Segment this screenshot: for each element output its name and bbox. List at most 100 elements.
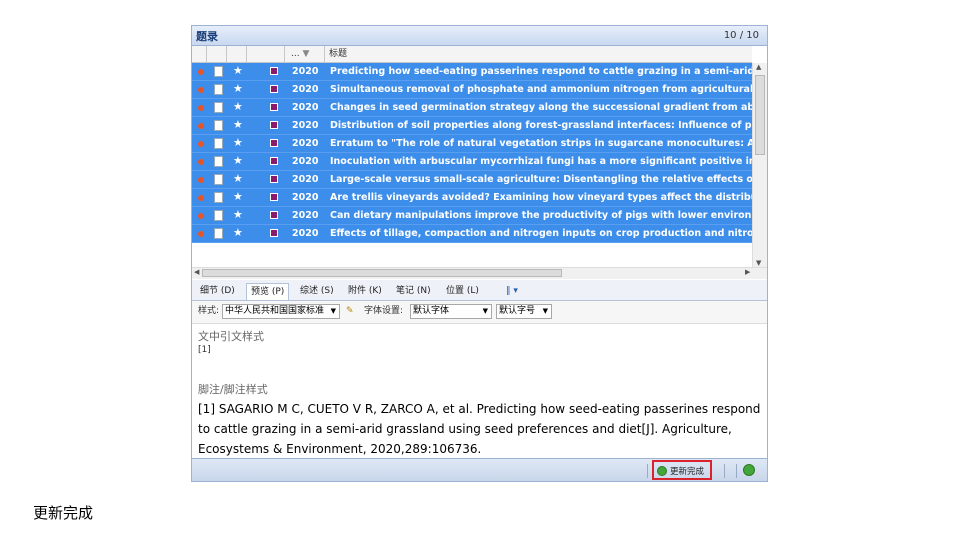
- style-select[interactable]: 中华人民共和国国家标准 ▼: [222, 304, 340, 319]
- marker-icon: [270, 139, 278, 147]
- document-icon[interactable]: [214, 120, 223, 131]
- font-select[interactable]: 默认字体 ▼: [410, 304, 492, 319]
- row-title: Simultaneous removal of phosphate and am…: [330, 84, 752, 95]
- divider: [647, 464, 648, 478]
- row-title: Changes in seed germination strategy alo…: [330, 102, 752, 113]
- size-select[interactable]: 默认字号 ▼: [496, 304, 552, 319]
- scroll-left-icon[interactable]: ◀: [194, 268, 199, 276]
- vertical-scrollbar[interactable]: ▲ ▼: [752, 63, 767, 267]
- star-icon[interactable]: ★: [233, 172, 243, 185]
- col-mark[interactable]: [247, 46, 285, 62]
- star-icon[interactable]: ★: [233, 82, 243, 95]
- star-icon[interactable]: ★: [233, 226, 243, 239]
- tab-preview[interactable]: 预览 (P): [246, 283, 290, 300]
- intext-value: [1]: [198, 345, 211, 355]
- window-titlebar: 题录 10 / 10: [192, 26, 767, 46]
- tab-details[interactable]: 细节 (D): [196, 283, 239, 300]
- table-row[interactable]: ★ 2020 Inoculation with arbuscular mycorrh…: [192, 153, 752, 171]
- star-icon[interactable]: ★: [233, 100, 243, 113]
- status-bar: 更新完成: [192, 458, 767, 481]
- star-icon[interactable]: ★: [233, 190, 243, 203]
- star-icon[interactable]: ★: [233, 154, 243, 167]
- refresh-icon: [657, 466, 667, 476]
- document-icon[interactable]: [214, 138, 223, 149]
- table-row[interactable]: ★ 2020 Simultaneous removal of phosphate a…: [192, 81, 752, 99]
- marker-icon: [270, 121, 278, 129]
- document-icon[interactable]: [214, 156, 223, 167]
- scroll-up-icon[interactable]: ▲: [756, 63, 761, 71]
- references-window: 题录 10 / 10 ... ▼ 标题 ★ 2020 Predicting how …: [191, 25, 768, 482]
- document-icon[interactable]: [214, 228, 223, 239]
- tab-location[interactable]: 位置 (L): [442, 283, 483, 300]
- table-row[interactable]: ★ 2020 Erratum to "The role of natural veg…: [192, 135, 752, 153]
- row-title: Effects of tillage, compaction and nitro…: [330, 228, 752, 239]
- table-header: ... ▼ 标题: [192, 46, 752, 63]
- table-row[interactable]: ★ 2020 Effects of tillage, compaction and …: [192, 225, 752, 243]
- reference-list[interactable]: ★ 2020 Predicting how seed-eating passerin…: [192, 63, 752, 267]
- marker-icon: [270, 85, 278, 93]
- horizontal-scrollbar[interactable]: ◀ ▶: [192, 267, 767, 279]
- table-row[interactable]: ★ 2020 Predicting how seed-eating passerin…: [192, 63, 752, 81]
- col-title[interactable]: 标题: [325, 46, 752, 62]
- detail-tabs: 细节 (D) 预览 (P) 综述 (S) 附件 (K) 笔记 (N) 位置 (L…: [192, 280, 767, 301]
- document-icon[interactable]: [214, 84, 223, 95]
- row-year: 2020: [292, 228, 319, 239]
- style-editor-icon[interactable]: ✎: [346, 304, 354, 319]
- row-title: Inoculation with arbuscular mycorrhizal …: [330, 156, 752, 167]
- document-icon[interactable]: [214, 210, 223, 221]
- row-year: 2020: [292, 210, 319, 221]
- document-icon[interactable]: [214, 102, 223, 113]
- scroll-down-icon[interactable]: ▼: [756, 259, 761, 267]
- row-year: 2020: [292, 102, 319, 113]
- status-dot-icon: [198, 195, 204, 201]
- sort-arrow-icon: ▼: [302, 49, 310, 59]
- col-year[interactable]: ... ▼: [285, 46, 325, 62]
- marker-icon: [270, 67, 278, 75]
- table-row[interactable]: ★ 2020 Distribution of soil properties alo…: [192, 117, 752, 135]
- document-icon[interactable]: [214, 192, 223, 203]
- update-complete-label: 更新完成: [670, 467, 705, 477]
- vertical-scroll-thumb[interactable]: [755, 75, 765, 155]
- document-icon[interactable]: [214, 174, 223, 185]
- col-doc[interactable]: [207, 46, 227, 62]
- row-year: 2020: [292, 120, 319, 131]
- intext-heading: 文中引文样式: [198, 330, 264, 343]
- star-icon[interactable]: ★: [233, 118, 243, 131]
- table-row[interactable]: ★ 2020 Large-scale versus small-scale agri…: [192, 171, 752, 189]
- row-year: 2020: [292, 156, 319, 167]
- font-label: 字体设置:: [364, 306, 404, 316]
- status-dot-icon: [198, 141, 204, 147]
- star-icon[interactable]: ★: [233, 208, 243, 221]
- pin-dropdown-icon[interactable]: ‖ ▾: [502, 283, 522, 300]
- document-icon[interactable]: [214, 66, 223, 77]
- scroll-right-icon[interactable]: ▶: [745, 268, 750, 276]
- table-row[interactable]: ★ 2020 Changes in seed germination strateg…: [192, 99, 752, 117]
- marker-icon: [270, 193, 278, 201]
- preview-toolbar: 样式: 中华人民共和国国家标准 ▼ ✎ 字体设置: 默认字体 ▼ 默认字号 ▼: [192, 301, 767, 324]
- size-select-value: 默认字号: [499, 306, 536, 316]
- tab-notes[interactable]: 笔记 (N): [392, 283, 435, 300]
- marker-icon: [270, 175, 278, 183]
- status-dot-icon: [198, 177, 204, 183]
- update-complete-button[interactable]: 更新完成: [652, 460, 712, 480]
- status-ok-icon[interactable]: [743, 464, 755, 476]
- preview-content: 文中引文样式 [1] 脚注/脚注样式 [1] SAGARIO M C, CUET…: [192, 324, 767, 458]
- star-icon[interactable]: ★: [233, 64, 243, 77]
- star-icon[interactable]: ★: [233, 136, 243, 149]
- status-dot-icon: [198, 213, 204, 219]
- tab-attachments[interactable]: 附件 (K): [344, 283, 386, 300]
- divider: [724, 464, 725, 478]
- table-row[interactable]: ★ 2020 Are trellis vineyards avoided? Exam…: [192, 189, 752, 207]
- tab-summary[interactable]: 综述 (S): [296, 283, 338, 300]
- caption: 更新完成: [33, 504, 94, 522]
- row-year: 2020: [292, 138, 319, 149]
- row-year: 2020: [292, 174, 319, 185]
- status-dot-icon: [198, 69, 204, 75]
- col-status[interactable]: [192, 46, 207, 62]
- row-title: Can dietary manipulations improve the pr…: [330, 210, 752, 221]
- table-row[interactable]: ★ 2020 Can dietary manipulations improve t…: [192, 207, 752, 225]
- row-year: 2020: [292, 84, 319, 95]
- horizontal-scroll-thumb[interactable]: [202, 269, 562, 277]
- col-star[interactable]: [227, 46, 247, 62]
- marker-icon: [270, 103, 278, 111]
